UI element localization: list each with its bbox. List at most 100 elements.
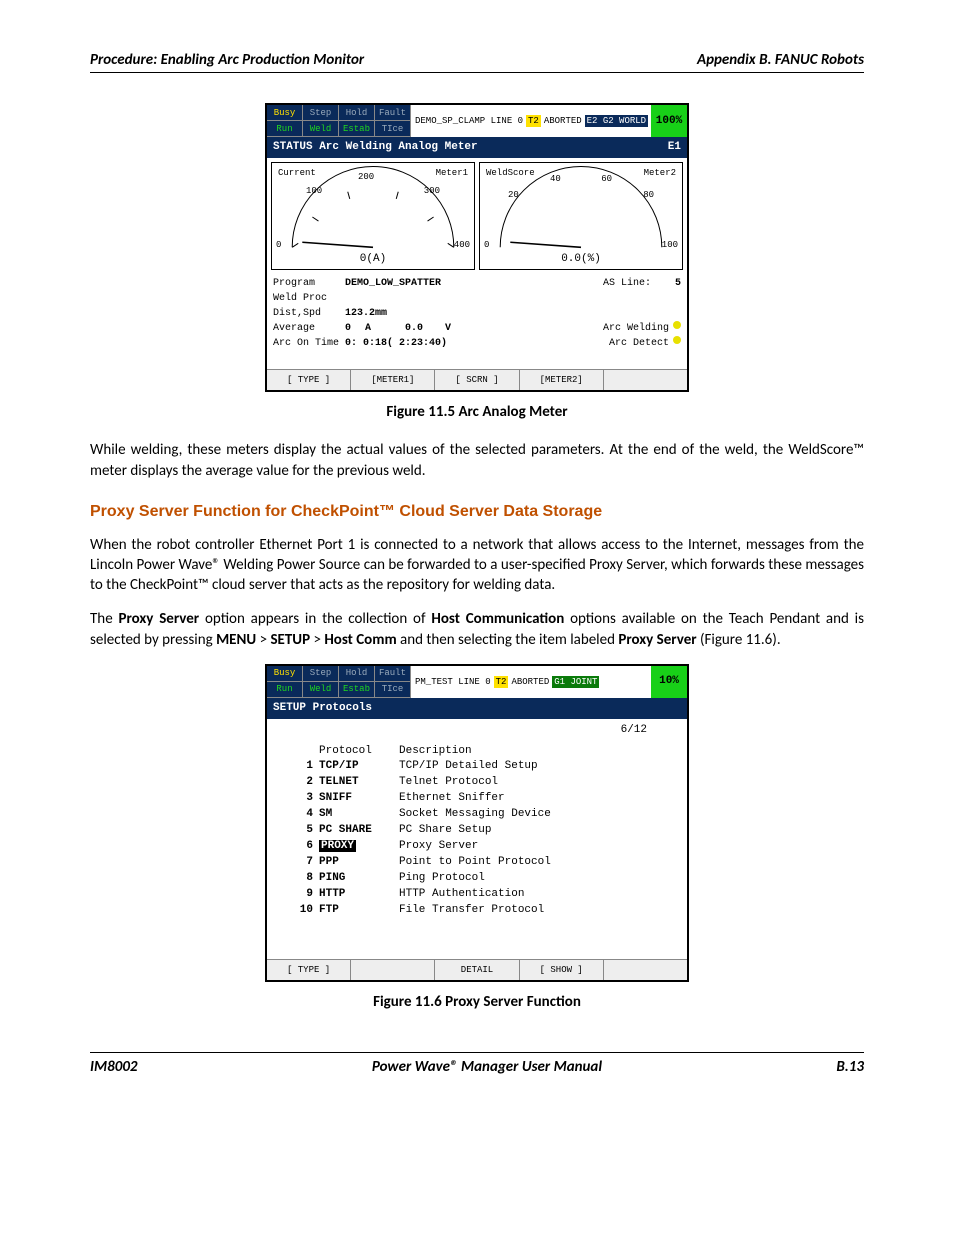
- meter1-label: Meter1: [436, 167, 468, 179]
- status-run: Run: [267, 682, 303, 698]
- override-pct: 100%: [651, 105, 687, 137]
- softkey-scrn[interactable]: [ SCRN ]: [435, 370, 519, 390]
- protocol-desc: File Transfer Protocol: [399, 903, 681, 919]
- protocol-row[interactable]: 4SMSocket Messaging Device: [273, 807, 681, 823]
- arc-welding-indicator-icon: [673, 321, 681, 329]
- m2-t5: 100: [662, 239, 678, 251]
- status-hold: Hold: [339, 105, 375, 121]
- asline-label: AS Line:: [603, 276, 651, 291]
- meter2-reading: 0.0(%): [480, 252, 682, 267]
- status-estab: Estab: [339, 121, 375, 137]
- softkey-blank[interactable]: [604, 370, 687, 390]
- softkey-type[interactable]: [ TYPE ]: [267, 960, 351, 980]
- status-step: Step: [303, 105, 339, 121]
- status-busy: Busy: [267, 666, 303, 682]
- softkey-type[interactable]: [ TYPE ]: [267, 370, 351, 390]
- protocol-code: PPP: [319, 855, 399, 871]
- protocol-row[interactable]: 6PROXYProxy Server: [273, 839, 681, 855]
- status-run: Run: [267, 121, 303, 137]
- protocol-row[interactable]: 8PINGPing Protocol: [273, 871, 681, 887]
- protocol-desc: Ping Protocol: [399, 871, 681, 887]
- arc-detect-indicator-icon: [673, 336, 681, 344]
- row-number: 6: [273, 839, 319, 855]
- status-program-text: DEMO_SP_CLAMP LINE 0: [415, 115, 523, 127]
- aborted-text: ABORTED: [544, 115, 582, 127]
- avg-label: Average: [273, 321, 345, 336]
- figure-11-6-caption: Figure 11.6 Proxy Server Function: [90, 992, 864, 1012]
- softkey-show[interactable]: [ SHOW ]: [520, 960, 604, 980]
- footer-center: Power Wave® Manager User Manual: [372, 1057, 602, 1077]
- figure-11-5-caption: Figure 11.5 Arc Analog Meter: [90, 402, 864, 422]
- list-counter: 6/12: [267, 719, 687, 738]
- softkey-meter1[interactable]: [METER1]: [351, 370, 435, 390]
- paragraph-1: While welding, these meters display the …: [90, 440, 864, 481]
- protocol-row[interactable]: 9HTTPHTTP Authentication: [273, 887, 681, 903]
- protocol-row[interactable]: 7PPPPoint to Point Protocol: [273, 855, 681, 871]
- footer-left: IM8002: [90, 1057, 138, 1077]
- protocol-row[interactable]: 1TCP/IPTCP/IP Detailed Setup: [273, 759, 681, 775]
- protocol-code: PROXY: [319, 839, 399, 855]
- m2-t4: 80: [643, 189, 654, 201]
- m2-t2: 40: [550, 173, 561, 185]
- protocol-row[interactable]: 2TELNETTelnet Protocol: [273, 775, 681, 791]
- softkey-detail[interactable]: DETAIL: [435, 960, 519, 980]
- paragraph-2: When the robot controller Ethernet Port …: [90, 535, 864, 596]
- status-grid: Busy Step Hold Fault Run Weld Estab TIce: [267, 666, 411, 698]
- title-bar-left: STATUS Arc Welding Analog Meter: [273, 140, 478, 155]
- status-hold: Hold: [339, 666, 375, 682]
- pendant-figure-11-5: Busy Step Hold Fault Run Weld Estab TIce…: [265, 103, 689, 392]
- pendant-top-bar: Busy Step Hold Fault Run Weld Estab TIce…: [267, 666, 687, 698]
- protocol-row[interactable]: 10FTPFile Transfer Protocol: [273, 903, 681, 919]
- m1-t4: 400: [454, 239, 470, 251]
- m2-t3: 60: [601, 173, 612, 185]
- row-number: 3: [273, 791, 319, 807]
- avg-a-unit: A: [365, 321, 405, 336]
- override-pct: 10%: [651, 666, 687, 698]
- protocol-desc: Socket Messaging Device: [399, 807, 681, 823]
- section-heading-proxy: Proxy Server Function for CheckPoint™ Cl…: [90, 501, 864, 523]
- dist-label: Dist,Spd: [273, 306, 345, 321]
- m2-t1: 20: [508, 189, 519, 201]
- paragraph-3: The Proxy Server option appears in the c…: [90, 609, 864, 650]
- page-footer: IM8002 Power Wave® Manager User Manual B…: [90, 1052, 864, 1077]
- status-fault: Fault: [375, 105, 411, 121]
- protocol-row[interactable]: 5PC SHAREPC Share Setup: [273, 823, 681, 839]
- softkey-meter2[interactable]: [METER2]: [520, 370, 604, 390]
- protocol-desc: Point to Point Protocol: [399, 855, 681, 871]
- pendant-top-bar: Busy Step Hold Fault Run Weld Estab TIce…: [267, 105, 687, 137]
- softkey-bar: [ TYPE ] [METER1] [ SCRN ] [METER2]: [267, 369, 687, 390]
- weldproc-label: Weld Proc: [273, 291, 345, 306]
- meter1-reading: 0(A): [272, 252, 474, 267]
- arc-on-value: 0: 0:18( 2:23:40): [345, 336, 609, 351]
- asline-value: 5: [651, 276, 681, 291]
- aborted-text: ABORTED: [511, 676, 549, 688]
- avg-v-unit: V: [445, 321, 603, 336]
- meter2-title: WeldScore: [486, 167, 535, 179]
- softkey-blank2[interactable]: [604, 960, 687, 980]
- status-estab: Estab: [339, 682, 375, 698]
- protocol-row[interactable]: 3SNIFFEthernet Sniffer: [273, 791, 681, 807]
- arc-detect-label: Arc Detect: [609, 336, 669, 351]
- program-value: DEMO_LOW_SPATTER: [345, 276, 603, 291]
- protocol-desc: Proxy Server: [399, 839, 681, 855]
- status-program-text: PM_TEST LINE 0: [415, 676, 491, 688]
- row-number: 2: [273, 775, 319, 791]
- status-busy: Busy: [267, 105, 303, 121]
- mode-chip: T2: [526, 115, 541, 127]
- protocol-header: Protocol Description: [273, 744, 681, 760]
- status-tice: TIce: [375, 121, 411, 137]
- status-step: Step: [303, 666, 339, 682]
- row-number: 1: [273, 759, 319, 775]
- protocol-code: TCP/IP: [319, 759, 399, 775]
- row-number: 9: [273, 887, 319, 903]
- info-area: Program DEMO_LOW_SPATTER AS Line: 5 Weld…: [267, 274, 687, 369]
- protocol-desc: PC Share Setup: [399, 823, 681, 839]
- softkey-blank1[interactable]: [351, 960, 435, 980]
- protocol-code: SM: [319, 807, 399, 823]
- mode-chip: T2: [494, 676, 509, 688]
- avg-v: 0.0: [405, 321, 445, 336]
- protocol-desc: TCP/IP Detailed Setup: [399, 759, 681, 775]
- status-line: PM_TEST LINE 0 T2 ABORTED G1 JOINT: [411, 666, 651, 698]
- m1-t1: 100: [306, 185, 322, 197]
- header-left: Procedure: Enabling Arc Production Monit…: [90, 50, 364, 70]
